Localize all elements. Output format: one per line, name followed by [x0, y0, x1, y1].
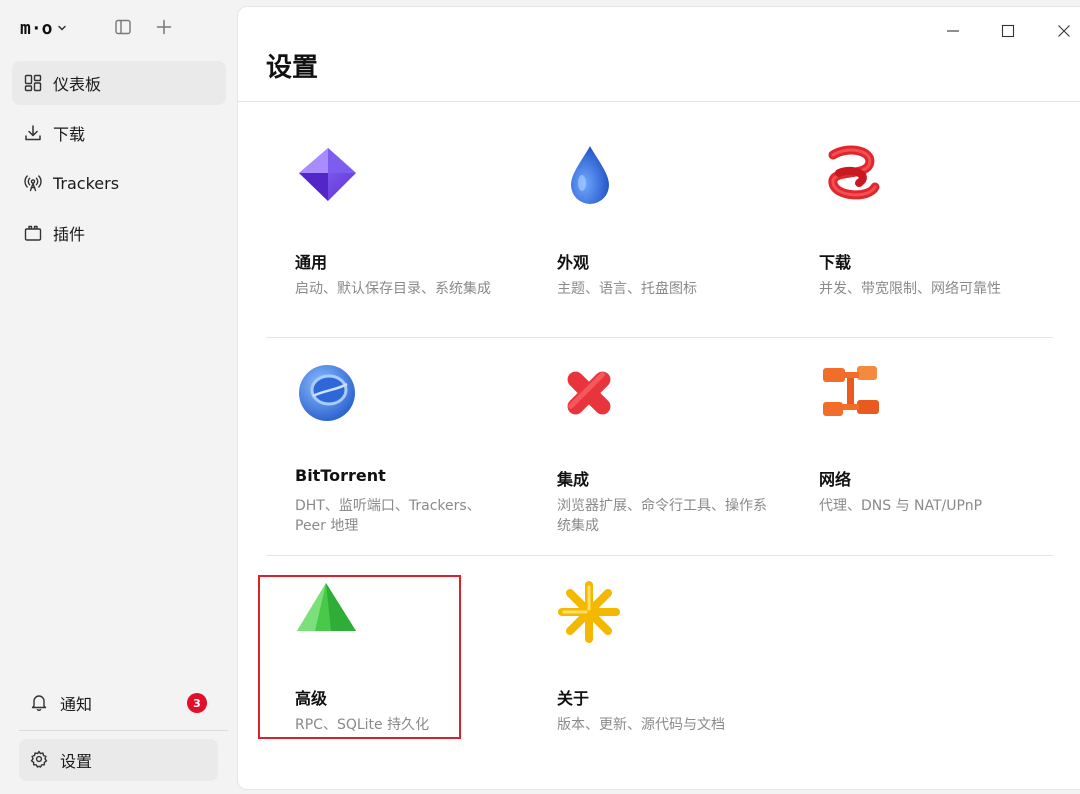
maximize-icon[interactable]	[996, 19, 1020, 43]
card-title: 外观	[557, 253, 590, 272]
close-icon[interactable]	[1052, 19, 1076, 43]
card-description: 主题、语言、托盘图标	[557, 281, 697, 297]
sidebar-item-settings[interactable]: 设置	[19, 739, 218, 781]
sidebar-item-downloads[interactable]: 下载	[12, 111, 226, 155]
card-description: 浏览器扩展、命令行工具、操作系统集成	[557, 498, 767, 534]
gear-icon	[30, 750, 50, 770]
settings-card-integration[interactable]: 集成 浏览器扩展、命令行工具、操作系统集成	[557, 360, 777, 540]
sidebar-item-notifications[interactable]: 通知 3	[19, 683, 218, 723]
download-icon	[23, 123, 43, 143]
orange-network-icon	[819, 360, 885, 426]
red-cross-icon	[557, 360, 623, 426]
sidebar-item-label: 仪表板	[53, 75, 102, 94]
card-description: DHT、监听端口、Trackers、Peer 地理	[295, 498, 481, 534]
app-menu[interactable]: m·o	[20, 14, 67, 42]
advanced-card-highlight	[258, 575, 461, 739]
sidebar-toggle-icon[interactable]	[111, 15, 135, 39]
plugin-icon	[23, 223, 43, 243]
yellow-star-icon	[557, 579, 623, 645]
minimize-icon[interactable]	[941, 19, 965, 43]
card-description: 并发、带宽限制、网络可靠性	[819, 281, 1001, 297]
dashboard-icon	[23, 73, 43, 93]
page-title: 设置	[266, 53, 319, 83]
plus-icon[interactable]	[152, 15, 176, 39]
card-title: 集成	[557, 470, 590, 489]
antenna-icon	[23, 173, 43, 193]
settings-card-about[interactable]: 关于 版本、更新、源代码与文档	[557, 579, 777, 733]
sidebar-item-dashboard[interactable]: 仪表板	[12, 61, 226, 105]
card-title: 通用	[295, 253, 328, 272]
red-coil-icon	[819, 143, 885, 209]
card-title: 网络	[819, 470, 852, 489]
settings-card-downloads[interactable]: 下载 并发、带宽限制、网络可靠性	[819, 143, 1039, 313]
header-divider	[238, 101, 1080, 102]
sidebar-item-label: 设置	[60, 752, 93, 771]
settings-card-general[interactable]: 通用 启动、默认保存目录、系统集成	[295, 143, 515, 313]
row-divider	[266, 337, 1053, 338]
bell-icon	[30, 693, 50, 713]
purple-diamond-icon	[295, 143, 361, 209]
card-title: 关于	[557, 689, 590, 708]
sidebar-item-label: 下载	[53, 125, 86, 144]
card-title: BitTorrent	[295, 466, 386, 485]
settings-panel: 设置 通用 启动、默认保存目录、系统集成 外观 主题、语言、托盘图标 下载 并发…	[237, 6, 1080, 790]
sidebar-nav: 仪表板 下载 Trackers 插件	[12, 61, 226, 261]
card-title: 下载	[819, 253, 852, 272]
blue-drop-icon	[557, 143, 623, 209]
sidebar-item-plugins[interactable]: 插件	[12, 211, 226, 255]
app-logo: m·o	[20, 17, 53, 39]
card-description: 代理、DNS 与 NAT/UPnP	[819, 498, 983, 514]
chevron-down-icon	[57, 23, 67, 33]
settings-card-appearance[interactable]: 外观 主题、语言、托盘图标	[557, 143, 777, 313]
sidebar-item-label: 通知	[60, 695, 93, 714]
card-description: 启动、默认保存目录、系统集成	[295, 281, 491, 297]
sidebar-divider	[19, 730, 228, 731]
row-divider	[266, 555, 1053, 556]
notification-count-badge: 3	[187, 693, 207, 713]
sidebar-item-label: 插件	[53, 225, 86, 244]
settings-card-network[interactable]: 网络 代理、DNS 与 NAT/UPnP	[819, 360, 1039, 540]
card-description: 版本、更新、源代码与文档	[557, 717, 725, 733]
sidebar-item-trackers[interactable]: Trackers	[12, 161, 226, 205]
sidebar: m·o 仪表板 下载 Trackers 插件 通知 3 设置	[0, 0, 237, 794]
blue-sphere-icon	[295, 360, 361, 426]
sidebar-item-label: Trackers	[53, 173, 120, 193]
settings-card-bittorrent[interactable]: BitTorrent DHT、监听端口、Trackers、Peer 地理	[295, 360, 515, 540]
